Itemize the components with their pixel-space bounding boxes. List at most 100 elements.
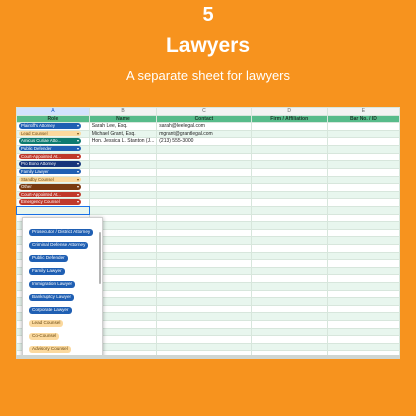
firm-cell[interactable] xyxy=(250,304,328,314)
contact-cell[interactable] xyxy=(156,221,252,230)
bar-id-cell[interactable] xyxy=(326,289,400,299)
name-cell[interactable] xyxy=(88,145,158,154)
contact-cell[interactable] xyxy=(156,160,252,169)
contact-cell[interactable] xyxy=(156,304,252,314)
role-cell[interactable] xyxy=(16,205,91,216)
firm-cell[interactable] xyxy=(250,289,328,299)
bar-id-cell[interactable] xyxy=(326,198,400,208)
firm-cell[interactable] xyxy=(250,335,328,344)
bar-id-cell[interactable] xyxy=(326,251,400,261)
bar-id-cell[interactable] xyxy=(326,244,400,253)
chevron-down-icon[interactable]: ▾ xyxy=(77,131,79,136)
firm-cell[interactable] xyxy=(250,183,328,192)
contact-cell[interactable] xyxy=(156,289,252,299)
contact-cell[interactable] xyxy=(156,319,252,329)
bar-id-cell[interactable] xyxy=(326,167,400,177)
chevron-down-icon[interactable]: ▾ xyxy=(77,162,79,167)
role-cell[interactable]: Lead Counsel ▾ xyxy=(16,129,90,139)
role-chip[interactable]: Other ▾ xyxy=(19,184,81,190)
role-chip[interactable]: Emergency Counsel ▾ xyxy=(19,199,81,205)
role-chip[interactable]: Public Defender ▾ xyxy=(19,146,81,152)
firm-cell[interactable] xyxy=(250,175,328,185)
firm-cell[interactable] xyxy=(250,228,328,238)
contact-cell[interactable] xyxy=(156,175,252,185)
contact-cell[interactable] xyxy=(156,251,252,261)
column-letter-b[interactable]: B xyxy=(88,107,158,116)
bar-id-cell[interactable] xyxy=(326,297,400,306)
column-letter-a[interactable]: A xyxy=(16,107,90,116)
bar-id-cell[interactable] xyxy=(326,206,400,215)
bar-id-cell[interactable] xyxy=(326,274,400,283)
role-chip[interactable]: Plaintiff's Attorney ▾ xyxy=(19,123,81,129)
contact-cell[interactable] xyxy=(156,335,252,344)
bar-id-cell[interactable] xyxy=(326,152,400,162)
firm-cell[interactable] xyxy=(250,259,328,268)
chevron-down-icon[interactable]: ▾ xyxy=(77,124,79,129)
contact-cell[interactable]: mgrant@grantlegal.com xyxy=(156,129,252,139)
firm-cell[interactable] xyxy=(250,167,328,177)
role-cell[interactable]: Court-Appointed At... ▾ xyxy=(16,152,90,162)
firm-cell[interactable] xyxy=(250,297,328,306)
contact-cell[interactable] xyxy=(156,145,252,154)
role-cell[interactable]: Plaintiff's Attorney ▾ xyxy=(16,122,90,131)
bar-id-cell[interactable] xyxy=(326,342,400,352)
name-cell[interactable]: Michael Grant, Esq. xyxy=(88,129,158,139)
contact-cell[interactable] xyxy=(156,206,252,215)
firm-cell[interactable] xyxy=(250,145,328,154)
bar-id-cell[interactable] xyxy=(326,213,400,223)
bar-id-cell[interactable] xyxy=(326,327,400,337)
bar-id-cell[interactable] xyxy=(326,145,400,154)
contact-cell[interactable] xyxy=(156,213,252,223)
role-chip[interactable]: Lead Counsel ▾ xyxy=(19,131,81,137)
role-cell[interactable]: Public Defender ▾ xyxy=(16,145,90,154)
firm-cell[interactable] xyxy=(250,251,328,261)
column-letter-d[interactable]: D xyxy=(250,107,328,116)
bar-id-cell[interactable] xyxy=(326,122,400,131)
chevron-down-icon[interactable]: ▾ xyxy=(77,185,79,190)
firm-cell[interactable] xyxy=(250,266,328,276)
firm-cell[interactable] xyxy=(250,152,328,162)
bar-id-cell[interactable] xyxy=(326,259,400,268)
contact-cell[interactable] xyxy=(156,274,252,283)
column-letter-c[interactable]: C xyxy=(156,107,252,116)
bar-id-cell[interactable] xyxy=(326,312,400,321)
name-cell[interactable] xyxy=(88,175,158,185)
firm-cell[interactable] xyxy=(250,198,328,208)
role-chip[interactable]: Family Lawyer ▾ xyxy=(19,169,81,175)
contact-cell[interactable] xyxy=(156,342,252,352)
chevron-down-icon[interactable]: ▾ xyxy=(77,139,79,144)
chevron-down-icon[interactable]: ▾ xyxy=(77,147,79,152)
bar-id-cell[interactable] xyxy=(326,160,400,169)
header-contact[interactable]: Contact xyxy=(156,114,252,124)
name-cell[interactable] xyxy=(88,167,158,177)
contact-cell[interactable] xyxy=(156,266,252,276)
contact-cell[interactable] xyxy=(156,244,252,253)
role-chip[interactable]: Court-Appointed At... ▾ xyxy=(19,192,81,198)
contact-cell[interactable] xyxy=(156,152,252,162)
contact-cell[interactable]: sarah@leelegal.com xyxy=(156,122,252,131)
contact-cell[interactable] xyxy=(156,167,252,177)
header-role[interactable]: Role xyxy=(16,114,90,124)
contact-cell[interactable] xyxy=(156,297,252,306)
contact-cell[interactable]: (213) 555-3000 xyxy=(156,137,252,147)
role-chip[interactable]: Pro Bono Attorney ▾ xyxy=(19,161,81,167)
role-chip[interactable]: Standby Counsel ▾ xyxy=(19,177,81,182)
header-name[interactable]: Name xyxy=(88,114,158,124)
firm-cell[interactable] xyxy=(250,137,328,147)
chevron-down-icon[interactable]: ▾ xyxy=(77,154,79,159)
name-cell[interactable] xyxy=(88,198,158,208)
bar-id-cell[interactable] xyxy=(326,137,400,147)
firm-cell[interactable] xyxy=(250,221,328,230)
firm-cell[interactable] xyxy=(250,319,328,329)
bar-id-cell[interactable] xyxy=(326,129,400,139)
chevron-down-icon[interactable]: ▾ xyxy=(77,177,79,182)
firm-cell[interactable] xyxy=(250,129,328,139)
firm-cell[interactable] xyxy=(250,244,328,253)
contact-cell[interactable] xyxy=(156,259,252,268)
contact-cell[interactable] xyxy=(156,198,252,208)
role-cell[interactable]: Other ▾ xyxy=(16,183,90,192)
name-cell[interactable] xyxy=(88,190,158,200)
contact-cell[interactable] xyxy=(156,282,252,291)
bar-id-cell[interactable] xyxy=(326,335,400,344)
role-dropdown-menu[interactable]: Prosecutor / District Attorney Criminal D… xyxy=(22,217,103,359)
